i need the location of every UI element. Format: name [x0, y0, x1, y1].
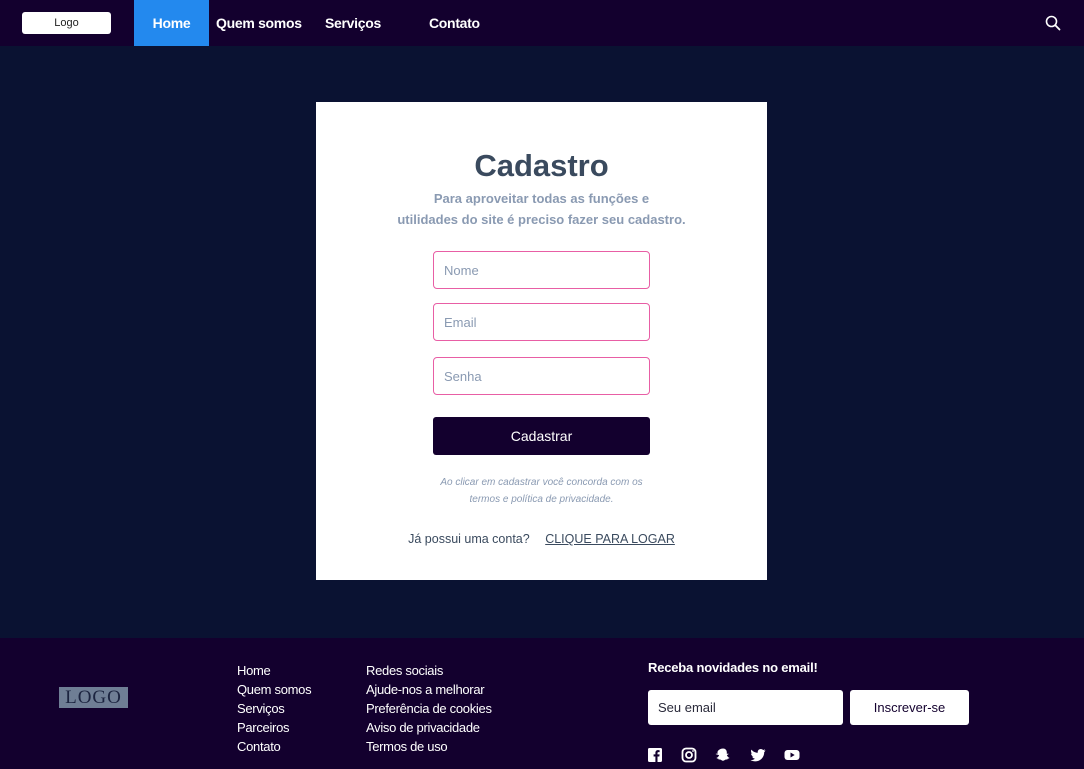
signup-button[interactable]: Cadastrar [433, 417, 650, 455]
footer-link-quem-somos[interactable]: Quem somos [237, 680, 312, 699]
subtitle-line-1: Para aproveitar todas as funções e [433, 191, 650, 206]
nav-item-home[interactable]: Home [134, 0, 209, 46]
footer-info-column: Redes sociais Ajude-nos a melhorar Prefe… [366, 661, 492, 756]
footer-link-privacidade[interactable]: Aviso de privacidade [366, 718, 492, 737]
terms-line-2: termos e política de privacidade. [469, 494, 614, 505]
subscribe-button[interactable]: Inscrever-se [850, 690, 969, 725]
footer-nav-column: Home Quem somos Serviços Parceiros Conta… [237, 661, 312, 756]
top-navbar: Logo Home Quem somos Serviços Contato [0, 0, 1084, 46]
footer-link-contato[interactable]: Contato [237, 737, 311, 756]
twitter-icon[interactable] [750, 747, 766, 763]
name-field[interactable] [433, 251, 650, 289]
login-row: Já possui uma conta? CLIQUE PARA LOGAR [316, 532, 767, 546]
email-field[interactable] [433, 303, 650, 341]
terms-line-1: Ao clicar em cadastrar você concorda com… [440, 477, 643, 488]
footer-link-termos[interactable]: Termos de uso [366, 737, 492, 756]
subtitle-line-2: utilidades do site é preciso fazer seu c… [397, 212, 686, 227]
footer-link-ajude[interactable]: Ajude-nos a melhorar [366, 680, 492, 699]
password-field[interactable] [433, 357, 650, 395]
facebook-icon[interactable] [647, 747, 663, 763]
newsletter-email-input[interactable] [648, 690, 843, 725]
youtube-icon[interactable] [784, 747, 800, 763]
instagram-icon[interactable] [681, 747, 697, 763]
nav-item-contato[interactable]: Contato [429, 0, 480, 46]
terms-notice: Ao clicar em cadastrar você concorda com… [416, 474, 667, 508]
header-logo[interactable]: Logo [22, 12, 111, 34]
snapchat-icon[interactable] [715, 747, 731, 763]
footer-link-parceiros[interactable]: Parceiros [237, 718, 311, 737]
footer-link-servicos[interactable]: Serviços [237, 699, 311, 718]
footer-link-cookies[interactable]: Preferência de cookies [366, 699, 492, 718]
signup-subtitle: Para aproveitar todas as funções e utili… [376, 188, 707, 230]
footer: LOGO Home Quem somos Serviços Parceiros … [0, 638, 1084, 769]
footer-link-redes-sociais[interactable]: Redes sociais [366, 661, 492, 680]
footer-logo[interactable]: LOGO [59, 687, 128, 708]
page-title: Cadastro [474, 148, 609, 183]
login-prompt: Já possui uma conta? [408, 532, 530, 546]
search-icon[interactable] [1044, 14, 1062, 32]
nav-item-servicos[interactable]: Serviços [325, 0, 381, 46]
signup-card: Cadastro Para aproveitar todas as funçõe… [316, 102, 767, 580]
login-link[interactable]: CLIQUE PARA LOGAR [545, 532, 675, 546]
nav-item-quem-somos[interactable]: Quem somos [216, 0, 302, 46]
footer-link-home[interactable]: Home [237, 661, 311, 680]
newsletter-title: Receba novidades no email! [648, 660, 818, 675]
